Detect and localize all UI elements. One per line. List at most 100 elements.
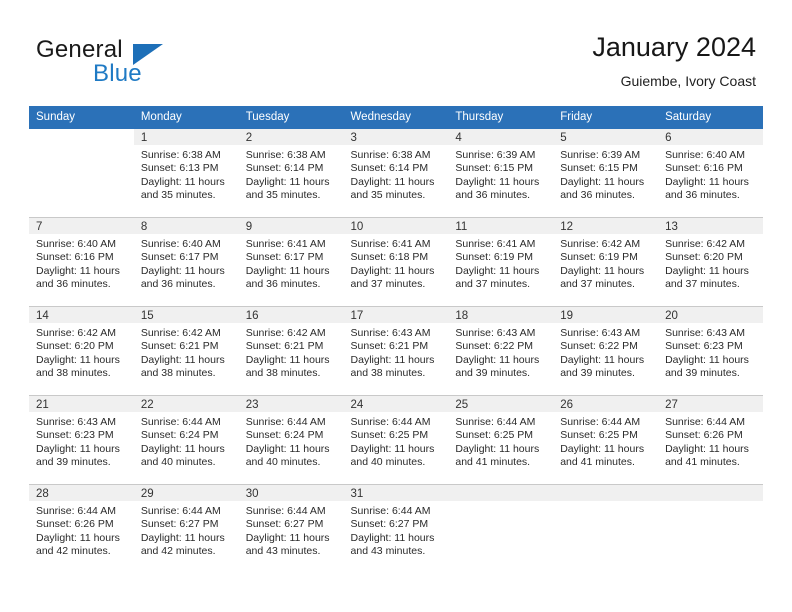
- calendar-cell[interactable]: 29 Sunrise: 6:44 AM Sunset: 6:27 PM Dayl…: [133, 484, 239, 573]
- day-number: 5: [553, 129, 659, 145]
- sunrise-text: Sunrise: 6:42 AM: [36, 327, 116, 339]
- sunset-text: Sunset: 6:27 PM: [140, 518, 219, 531]
- calendar-cell[interactable]: 23 Sunrise: 6:44 AM Sunset: 6:24 PM Dayl…: [238, 395, 344, 485]
- day-details: Sunrise: 6:39 AM Sunset: 6:15 PM Dayligh…: [553, 145, 658, 203]
- day-number: 23: [238, 396, 344, 412]
- calendar-header-row: Sunday Monday Tuesday Wednesday Thursday…: [29, 106, 763, 129]
- calendar-cell[interactable]: 3 Sunrise: 6:38 AM Sunset: 6:14 PM Dayli…: [343, 129, 449, 218]
- day-number: 26: [553, 396, 659, 412]
- day-details: Sunrise: 6:44 AM Sunset: 6:26 PM Dayligh…: [658, 412, 763, 470]
- day-details: Sunrise: 6:42 AM Sunset: 6:20 PM Dayligh…: [29, 323, 134, 381]
- daylight-text-line1: Daylight: 11 hours: [140, 442, 225, 455]
- day-number: 22: [133, 396, 239, 412]
- brand-name-blue: Blue: [93, 60, 142, 87]
- calendar-cell[interactable]: 22 Sunrise: 6:44 AM Sunset: 6:24 PM Dayl…: [133, 395, 239, 485]
- day-number: [553, 485, 659, 501]
- daylight-text-line2: and 39 minutes.: [36, 456, 111, 469]
- daylight-text-line2: and 35 minutes.: [140, 189, 216, 202]
- calendar-cell[interactable]: 26 Sunrise: 6:44 AM Sunset: 6:25 PM Dayl…: [553, 395, 659, 485]
- sunset-text: Sunset: 6:22 PM: [455, 340, 534, 353]
- calendar-cell[interactable]: 28 Sunrise: 6:44 AM Sunset: 6:26 PM Dayl…: [29, 484, 134, 573]
- daylight-text-line2: and 41 minutes.: [560, 456, 635, 469]
- daylight-text-line2: and 40 minutes.: [350, 456, 426, 469]
- day-details: [29, 145, 134, 149]
- calendar-cell[interactable]: 27 Sunrise: 6:44 AM Sunset: 6:26 PM Dayl…: [658, 395, 763, 485]
- day-details: Sunrise: 6:44 AM Sunset: 6:26 PM Dayligh…: [29, 501, 134, 559]
- daylight-text-line1: Daylight: 11 hours: [140, 353, 225, 366]
- calendar-cell[interactable]: 31 Sunrise: 6:44 AM Sunset: 6:27 PM Dayl…: [343, 484, 449, 573]
- daylight-text-line1: Daylight: 11 hours: [36, 531, 120, 544]
- title-block: January 2024 Guiembe, Ivory Coast: [592, 30, 756, 91]
- day-number: 10: [343, 218, 449, 234]
- daylight-text-line2: and 38 minutes.: [36, 367, 111, 380]
- sunrise-text: Sunrise: 6:44 AM: [665, 416, 746, 428]
- daylight-text-line2: and 38 minutes.: [245, 367, 321, 380]
- sunset-text: Sunset: 6:25 PM: [455, 429, 534, 442]
- calendar-cell[interactable]: 10 Sunrise: 6:41 AM Sunset: 6:18 PM Dayl…: [343, 217, 449, 307]
- day-number: 16: [238, 307, 344, 323]
- calendar-cell[interactable]: 19 Sunrise: 6:43 AM Sunset: 6:22 PM Dayl…: [553, 306, 659, 396]
- sunrise-text: Sunrise: 6:38 AM: [350, 149, 431, 161]
- calendar-cell[interactable]: 2 Sunrise: 6:38 AM Sunset: 6:14 PM Dayli…: [238, 129, 344, 218]
- day-number: [29, 129, 134, 145]
- daylight-text-line1: Daylight: 11 hours: [560, 442, 645, 455]
- daylight-text-line2: and 36 minutes.: [245, 278, 321, 291]
- daylight-text-line1: Daylight: 11 hours: [245, 353, 330, 366]
- sunrise-text: Sunrise: 6:38 AM: [245, 149, 326, 161]
- calendar-cell[interactable]: 17 Sunrise: 6:43 AM Sunset: 6:21 PM Dayl…: [343, 306, 449, 396]
- day-number: 25: [448, 396, 554, 412]
- daylight-text-line1: Daylight: 11 hours: [560, 264, 645, 277]
- calendar-cell[interactable]: 16 Sunrise: 6:42 AM Sunset: 6:21 PM Dayl…: [238, 306, 344, 396]
- day-details: Sunrise: 6:42 AM Sunset: 6:21 PM Dayligh…: [239, 323, 344, 381]
- sunrise-text: Sunrise: 6:40 AM: [36, 238, 116, 250]
- calendar-cell[interactable]: 12 Sunrise: 6:42 AM Sunset: 6:19 PM Dayl…: [553, 217, 659, 307]
- calendar-cell[interactable]: 14 Sunrise: 6:42 AM Sunset: 6:20 PM Dayl…: [29, 306, 134, 396]
- daylight-text-line1: Daylight: 11 hours: [665, 264, 749, 277]
- day-details: [553, 501, 658, 505]
- daylight-text-line2: and 39 minutes.: [455, 367, 531, 380]
- sunrise-text: Sunrise: 6:44 AM: [140, 416, 221, 428]
- calendar-cell[interactable]: 4 Sunrise: 6:39 AM Sunset: 6:15 PM Dayli…: [448, 129, 554, 218]
- daylight-text-line2: and 41 minutes.: [455, 456, 531, 469]
- calendar-cell[interactable]: 21 Sunrise: 6:43 AM Sunset: 6:23 PM Dayl…: [29, 395, 134, 485]
- daylight-text-line2: and 35 minutes.: [350, 189, 426, 202]
- calendar-cell[interactable]: 11 Sunrise: 6:41 AM Sunset: 6:19 PM Dayl…: [448, 217, 554, 307]
- brand-logo[interactable]: General Blue: [36, 36, 256, 92]
- calendar-cell[interactable]: 8 Sunrise: 6:40 AM Sunset: 6:17 PM Dayli…: [133, 217, 239, 307]
- day-number: 6: [658, 129, 763, 145]
- calendar-cell[interactable]: 1 Sunrise: 6:38 AM Sunset: 6:13 PM Dayli…: [133, 129, 239, 218]
- day-details: [658, 501, 763, 505]
- day-details: Sunrise: 6:44 AM Sunset: 6:25 PM Dayligh…: [344, 412, 449, 470]
- location-subtitle: Guiembe, Ivory Coast: [620, 73, 756, 89]
- calendar-cell[interactable]: 5 Sunrise: 6:39 AM Sunset: 6:15 PM Dayli…: [553, 129, 659, 218]
- calendar-cell[interactable]: 13 Sunrise: 6:42 AM Sunset: 6:20 PM Dayl…: [658, 217, 763, 307]
- sunrise-text: Sunrise: 6:41 AM: [245, 238, 326, 250]
- calendar-cell[interactable]: 6 Sunrise: 6:40 AM Sunset: 6:16 PM Dayli…: [658, 129, 763, 218]
- calendar-week-row: 28 Sunrise: 6:44 AM Sunset: 6:26 PM Dayl…: [29, 484, 763, 573]
- calendar-cell[interactable]: 20 Sunrise: 6:43 AM Sunset: 6:23 PM Dayl…: [658, 306, 763, 396]
- day-number: 29: [133, 485, 239, 501]
- calendar-cell[interactable]: 15 Sunrise: 6:42 AM Sunset: 6:21 PM Dayl…: [133, 306, 239, 396]
- day-number: [448, 485, 554, 501]
- day-number: 13: [658, 218, 763, 234]
- day-details: Sunrise: 6:43 AM Sunset: 6:22 PM Dayligh…: [553, 323, 658, 381]
- calendar-cell[interactable]: 9 Sunrise: 6:41 AM Sunset: 6:17 PM Dayli…: [238, 217, 344, 307]
- sunset-text: Sunset: 6:18 PM: [350, 251, 429, 264]
- calendar-body: 1 Sunrise: 6:38 AM Sunset: 6:13 PM Dayli…: [29, 129, 763, 573]
- day-number: 17: [343, 307, 449, 323]
- day-details: Sunrise: 6:38 AM Sunset: 6:14 PM Dayligh…: [239, 145, 344, 203]
- calendar-cell[interactable]: 30 Sunrise: 6:44 AM Sunset: 6:27 PM Dayl…: [238, 484, 344, 573]
- calendar-cell[interactable]: 25 Sunrise: 6:44 AM Sunset: 6:25 PM Dayl…: [448, 395, 554, 485]
- sunset-text: Sunset: 6:15 PM: [560, 162, 638, 175]
- day-details: Sunrise: 6:41 AM Sunset: 6:19 PM Dayligh…: [448, 234, 553, 292]
- sunrise-text: Sunrise: 6:43 AM: [350, 327, 431, 339]
- calendar-cell[interactable]: 18 Sunrise: 6:43 AM Sunset: 6:22 PM Dayl…: [448, 306, 554, 396]
- calendar-cell[interactable]: 7 Sunrise: 6:40 AM Sunset: 6:16 PM Dayli…: [29, 217, 134, 307]
- calendar-cell[interactable]: 24 Sunrise: 6:44 AM Sunset: 6:25 PM Dayl…: [343, 395, 449, 485]
- daylight-text-line1: Daylight: 11 hours: [36, 442, 120, 455]
- daylight-text-line1: Daylight: 11 hours: [245, 442, 330, 455]
- sunrise-text: Sunrise: 6:43 AM: [560, 327, 641, 339]
- weekday-header-saturday: Saturday: [658, 106, 763, 129]
- daylight-text-line2: and 38 minutes.: [140, 367, 216, 380]
- daylight-text-line2: and 37 minutes.: [665, 278, 740, 291]
